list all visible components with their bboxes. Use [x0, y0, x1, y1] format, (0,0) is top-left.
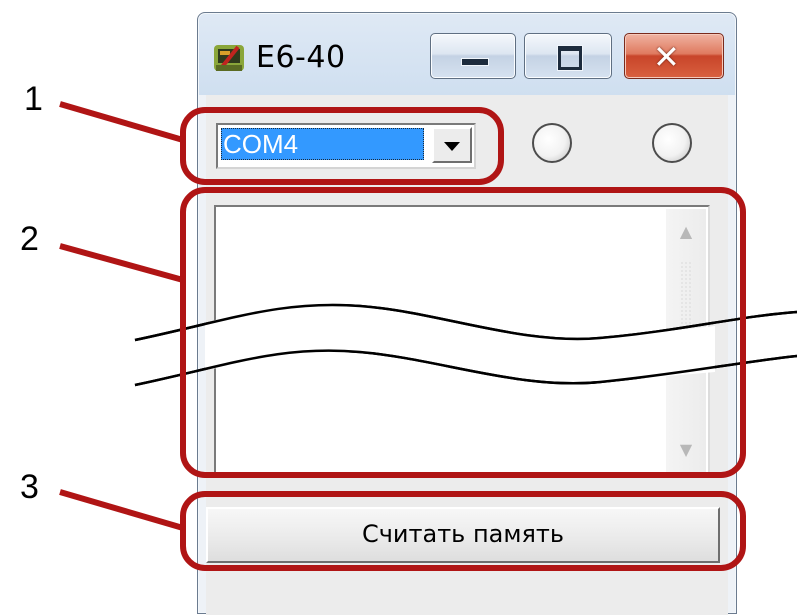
data-listbox[interactable]: ▲ ▼ [214, 205, 710, 477]
read-memory-button[interactable]: Считать память [206, 507, 720, 563]
leader-line-1 [59, 101, 184, 143]
port-select[interactable]: COM4 [216, 123, 476, 169]
leader-line-2 [59, 243, 184, 283]
maximize-icon [558, 46, 582, 70]
leader-line-3 [59, 489, 184, 531]
port-select-value: COM4 [221, 128, 424, 160]
close-icon: ✕ [653, 38, 680, 76]
scroll-up-icon[interactable]: ▲ [666, 219, 706, 245]
minimize-icon [461, 58, 489, 66]
callout-label-3: 3 [20, 468, 39, 506]
chevron-down-icon [444, 142, 460, 151]
maximize-button[interactable] [524, 33, 612, 79]
callout-label-1: 1 [24, 80, 43, 118]
window-title: E6-40 [256, 40, 346, 75]
client-area: COM4 ▲ ▼ Считать память [206, 95, 728, 615]
vertical-scrollbar[interactable]: ▲ ▼ [666, 209, 706, 473]
title-bar[interactable]: E6-40 ✕ [198, 13, 736, 93]
close-button[interactable]: ✕ [624, 33, 724, 79]
callout-label-2: 2 [20, 220, 39, 258]
app-icon [214, 45, 244, 71]
indicator-radio-2[interactable] [652, 123, 692, 163]
minimize-button[interactable] [430, 33, 516, 79]
port-select-dropdown-button[interactable] [432, 127, 472, 163]
scroll-down-icon[interactable]: ▼ [666, 437, 706, 463]
indicator-radio-1[interactable] [532, 123, 572, 163]
scroll-thumb[interactable] [680, 261, 692, 351]
app-window: E6-40 ✕ COM4 ▲ ▼ Считать память [197, 12, 737, 615]
